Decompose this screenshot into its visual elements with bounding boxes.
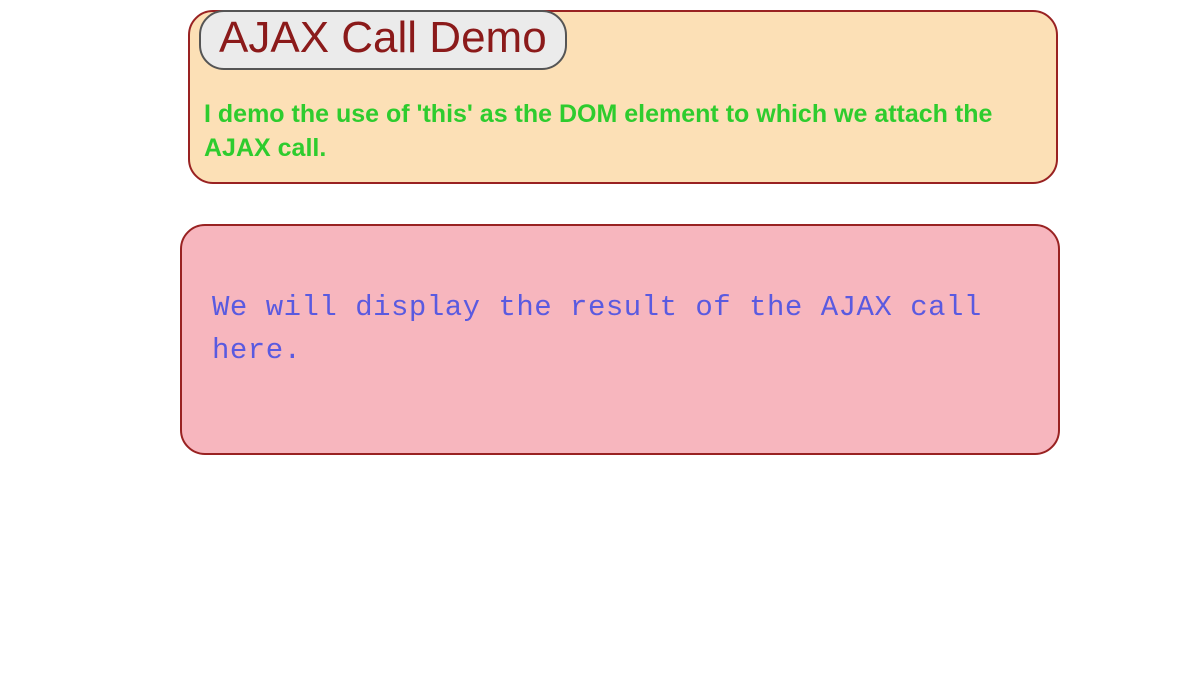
page-container: AJAX Call Demo I demo the use of 'this' … xyxy=(188,10,1058,455)
header-panel: AJAX Call Demo I demo the use of 'this' … xyxy=(188,10,1058,184)
header-description: I demo the use of 'this' as the DOM elem… xyxy=(200,98,1046,166)
page-title: AJAX Call Demo xyxy=(219,13,547,62)
title-badge: AJAX Call Demo xyxy=(199,10,567,70)
result-panel: We will display the result of the AJAX c… xyxy=(180,224,1060,455)
result-text: We will display the result of the AJAX c… xyxy=(212,286,1028,373)
